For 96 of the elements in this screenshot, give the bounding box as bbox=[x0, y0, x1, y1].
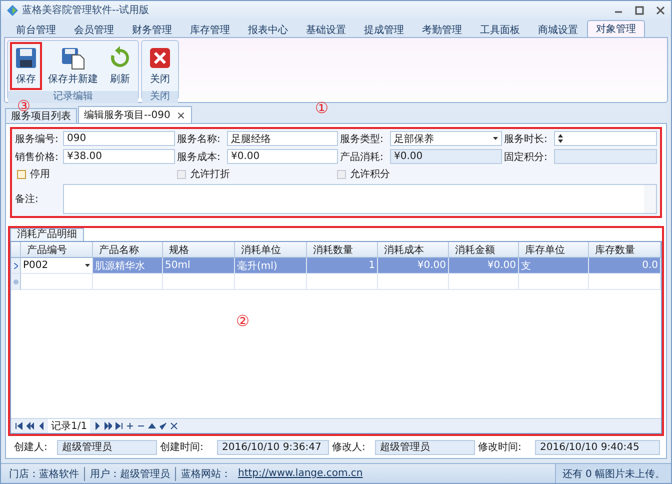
menu-tab[interactable]: 商城设置 bbox=[529, 21, 587, 37]
ribbon-button[interactable]: 关闭 bbox=[144, 42, 176, 90]
readonly-field: 2016/10/10 9:36:47 bbox=[217, 440, 329, 454]
menu-tab[interactable]: 考勤管理 bbox=[413, 21, 471, 37]
column-header[interactable]: 产品名称 bbox=[93, 242, 163, 258]
column-header[interactable]: 规格 bbox=[163, 242, 235, 258]
table-cell: 50ml bbox=[163, 258, 235, 274]
detail-tab[interactable]: 消耗产品明细 bbox=[10, 228, 84, 241]
field-label: 备注: bbox=[15, 192, 40, 206]
field-label: 产品消耗: bbox=[340, 150, 384, 164]
column-header[interactable]: 消耗成本 bbox=[378, 242, 449, 258]
field-label: 服务名称: bbox=[177, 132, 222, 146]
spin-field[interactable] bbox=[554, 131, 657, 146]
table-cell: 支 bbox=[519, 258, 589, 274]
maximize-icon[interactable] bbox=[635, 6, 644, 14]
checkmark-icon[interactable] bbox=[159, 422, 168, 430]
new-row-icon bbox=[12, 278, 18, 284]
menu-tab[interactable]: 前台管理 bbox=[7, 21, 65, 37]
double-left-arrow-icon[interactable] bbox=[26, 422, 34, 430]
field-label: 销售价格: bbox=[15, 150, 60, 164]
ribbon-button[interactable]: 保存 bbox=[10, 42, 42, 90]
menu-tab[interactable]: 基础设置 bbox=[297, 21, 355, 37]
input-field[interactable]: ¥0.00 bbox=[227, 149, 338, 164]
status-text: 用户：超级管理员 bbox=[84, 466, 175, 480]
floppy-document-icon bbox=[61, 46, 85, 70]
refresh-icon bbox=[108, 46, 132, 70]
readonly-field: ¥0.00 bbox=[390, 149, 502, 164]
up-arrow-icon[interactable] bbox=[148, 422, 156, 430]
dropdown-arrow-icon[interactable] bbox=[85, 264, 90, 267]
readonly-field: 超级管理员 bbox=[57, 440, 157, 454]
window-title: 蓝格美容院管理软件--试用版 bbox=[22, 4, 150, 17]
field-label: 服务类型: bbox=[340, 132, 384, 146]
callout-number: ② bbox=[236, 314, 250, 329]
right-arrow-icon[interactable] bbox=[93, 422, 102, 430]
menu-tab[interactable]: 财务管理 bbox=[123, 21, 181, 37]
field-label: 创建人: bbox=[14, 440, 48, 454]
dropdown-field[interactable]: 足部保养 bbox=[390, 131, 502, 146]
checkbox-label: 允许积分 bbox=[350, 168, 390, 181]
close-icon[interactable] bbox=[656, 6, 665, 14]
column-header[interactable]: 消耗单位 bbox=[235, 242, 307, 258]
column-header[interactable]: 库存数量 bbox=[589, 242, 661, 258]
document-tab[interactable]: 编辑服务项目--090 × bbox=[78, 106, 192, 123]
menu-tab[interactable]: 会员管理 bbox=[65, 21, 123, 37]
input-field[interactable]: 090 bbox=[63, 131, 175, 146]
cross-icon[interactable] bbox=[170, 422, 178, 430]
field-label: 服务成本: bbox=[177, 150, 222, 164]
menu-tab[interactable]: 对象管理 bbox=[587, 20, 645, 37]
field-label: 服务编号: bbox=[15, 132, 60, 146]
close-icon bbox=[148, 46, 172, 70]
app-logo-icon bbox=[7, 4, 18, 16]
tab-close-button[interactable]: × bbox=[176, 108, 186, 122]
ribbon-button[interactable]: 刷新 bbox=[104, 42, 136, 90]
table-cell: 毫升(ml) bbox=[235, 258, 307, 274]
status-text: 门店：蓝格软件 bbox=[8, 468, 80, 480]
column-header[interactable]: 库存单位 bbox=[519, 242, 589, 258]
last-record-icon[interactable] bbox=[115, 422, 124, 430]
upload-notice: 还有 0 幅图片未上传。 bbox=[555, 464, 671, 483]
column-header[interactable]: 消耗金额 bbox=[449, 242, 519, 258]
table-cell: 肌源精华水 bbox=[93, 258, 163, 274]
dropdown-arrow-icon bbox=[493, 137, 498, 140]
input-field[interactable]: 足腿经络 bbox=[227, 131, 338, 146]
row-pointer-icon bbox=[14, 262, 18, 268]
readonly-field: 超级管理员 bbox=[375, 440, 475, 454]
table-cell[interactable]: P002 bbox=[21, 258, 93, 274]
checkbox-label: 允许打折 bbox=[190, 168, 230, 181]
menu-tab[interactable]: 提成管理 bbox=[355, 21, 413, 37]
field-label: 固定积分: bbox=[504, 150, 548, 164]
column-header[interactable]: 产品编号 bbox=[21, 242, 93, 258]
input-field[interactable]: ¥38.00 bbox=[63, 149, 175, 164]
left-arrow-icon[interactable] bbox=[37, 422, 45, 430]
website-link[interactable]: http://www.lange.com.cn bbox=[238, 468, 363, 479]
record-counter: 记录1/1 bbox=[48, 419, 90, 433]
checkbox-label: 停用 bbox=[30, 168, 50, 181]
field-label: 修改人: bbox=[332, 441, 366, 454]
menu-tab[interactable]: 报表中心 bbox=[239, 21, 297, 37]
field-label: 创建时间: bbox=[160, 440, 204, 454]
table-cell: 1 bbox=[307, 258, 378, 274]
table-cell: ¥0.00 bbox=[378, 258, 449, 274]
group-label: 关闭 bbox=[142, 91, 178, 103]
field-label: 服务时长: bbox=[504, 132, 548, 146]
table-cell: ¥0.00 bbox=[449, 258, 519, 274]
menu-tab[interactable]: 库存管理 bbox=[181, 21, 239, 37]
readonly-field: 2016/10/10 9:40:45 bbox=[535, 440, 660, 454]
double-right-arrow-icon[interactable] bbox=[104, 422, 112, 430]
column-header[interactable]: 消耗数量 bbox=[307, 242, 378, 258]
status-text: 蓝格网站： bbox=[175, 466, 236, 480]
spin-arrows-icon bbox=[558, 134, 563, 143]
plus-icon[interactable] bbox=[126, 422, 134, 430]
checkbox[interactable] bbox=[17, 170, 26, 178]
field-label: 修改时间: bbox=[478, 440, 522, 454]
first-record-icon[interactable] bbox=[15, 422, 23, 430]
callout-number: ① bbox=[315, 101, 328, 116]
ribbon-button[interactable]: 保存并新建 bbox=[44, 42, 102, 90]
table-cell: 0.0 bbox=[589, 258, 661, 274]
menu-tab[interactable]: 工具面板 bbox=[471, 21, 529, 37]
remark-field[interactable] bbox=[63, 184, 657, 214]
